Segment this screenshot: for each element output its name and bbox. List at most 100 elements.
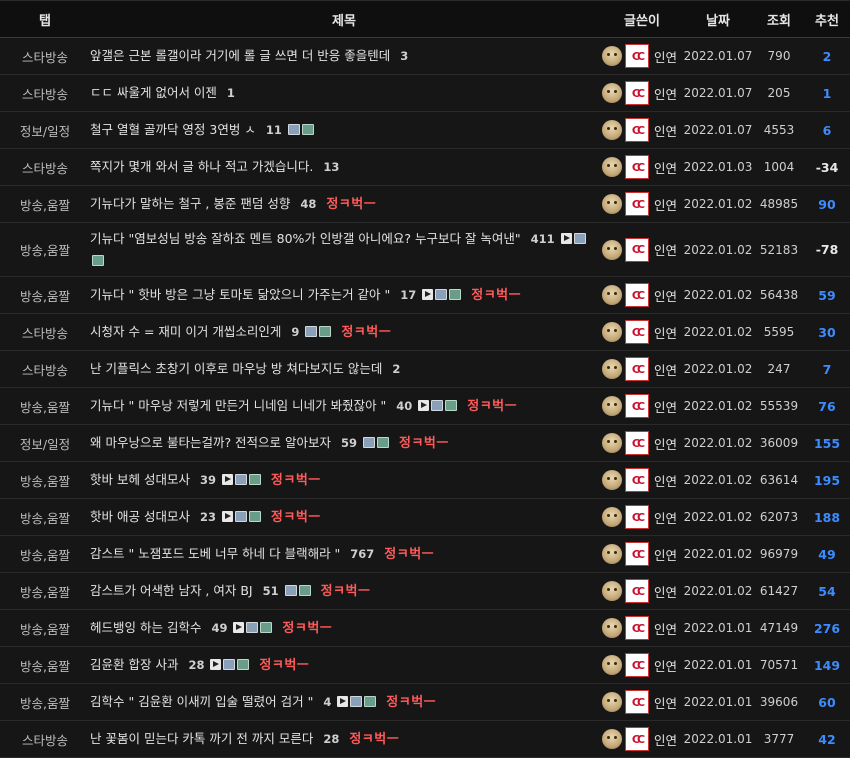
comment-count[interactable]: 49 bbox=[211, 621, 227, 635]
header-views[interactable]: 조회 bbox=[754, 10, 804, 29]
post-tab[interactable]: 방송,움짤 bbox=[0, 508, 90, 527]
post-row[interactable]: 정보/일정 철구 열혈 골까닥 영정 3연벙 ㅅ 11 CC 인연 2022.0… bbox=[0, 112, 850, 149]
post-title-link[interactable]: 감스트 " 노잼포드 도베 너무 하네 다 블랙해라 " bbox=[90, 546, 340, 561]
post-title-link[interactable]: 기뉴다가 말하는 철구 , 봉준 팬덤 성향 bbox=[90, 196, 290, 211]
post-tab[interactable]: 스타방송 bbox=[0, 84, 90, 103]
post-title-cell[interactable]: 기뉴다 " 마우낭 저렇게 만든거 니네임 니네가 봐줬잖아 " 40 정ㅋ벅ㅡ bbox=[90, 395, 598, 417]
post-author[interactable]: CC 인연 bbox=[598, 431, 682, 455]
comment-count[interactable]: 23 bbox=[200, 510, 216, 524]
author-name[interactable]: 인연 bbox=[654, 508, 677, 527]
author-name[interactable]: 인연 bbox=[654, 121, 677, 140]
post-title-link[interactable]: 기뉴다 " 마우낭 저렇게 만든거 니네임 니네가 봐줬잖아 " bbox=[90, 398, 386, 413]
post-title-link[interactable]: 난 기플릭스 초창기 이후로 마우낭 방 쳐다보지도 않는데 bbox=[90, 361, 382, 376]
comment-count[interactable]: 28 bbox=[323, 732, 339, 746]
post-tab[interactable]: 방송,움짤 bbox=[0, 195, 90, 214]
post-author[interactable]: CC 인연 bbox=[598, 192, 682, 216]
post-tab[interactable]: 방송,움짤 bbox=[0, 619, 90, 638]
author-name[interactable]: 인연 bbox=[654, 323, 677, 342]
post-tab[interactable]: 방송,움짤 bbox=[0, 240, 90, 259]
post-title-cell[interactable]: 시청자 수 = 재미 이거 개씹소리인게 9 정ㅋ벅ㅡ bbox=[90, 321, 598, 343]
post-author[interactable]: CC 인연 bbox=[598, 616, 682, 640]
post-row[interactable]: 방송,움짤 기뉴다 " 핫바 방은 그냥 토마토 닮았으니 가주는거 같아 " … bbox=[0, 277, 850, 314]
post-title-cell[interactable]: 기뉴다 "염보성님 방송 잘하죠 멘트 80%가 인방갤 아니에요? 누구보다 … bbox=[90, 228, 598, 271]
post-title-link[interactable]: 기뉴다 " 핫바 방은 그냥 토마토 닮았으니 가주는거 같아 " bbox=[90, 287, 390, 302]
post-row[interactable]: 정보/일정 왜 마우낭으로 불타는걸까? 전적으로 알아보자 59 정ㅋ벅ㅡ C… bbox=[0, 425, 850, 462]
header-recommend[interactable]: 추천 bbox=[804, 10, 850, 29]
post-row[interactable]: 방송,움짤 기뉴다가 말하는 철구 , 봉준 팬덤 성향 48 정ㅋ벅ㅡ CC … bbox=[0, 186, 850, 223]
comment-count[interactable]: 40 bbox=[396, 399, 412, 413]
post-author[interactable]: CC 인연 bbox=[598, 542, 682, 566]
header-date[interactable]: 날짜 bbox=[682, 10, 754, 29]
post-title-cell[interactable]: 기뉴다가 말하는 철구 , 봉준 팬덤 성향 48 정ㅋ벅ㅡ bbox=[90, 193, 598, 215]
post-row[interactable]: 스타방송 난 기플릭스 초창기 이후로 마우낭 방 쳐다보지도 않는데 2 CC… bbox=[0, 351, 850, 388]
post-row[interactable]: 방송,움짤 핫바 애공 성대모사 23 정ㅋ벅ㅡ CC 인연 2022.01.0… bbox=[0, 499, 850, 536]
comment-count[interactable]: 2 bbox=[392, 362, 400, 376]
post-row[interactable]: 방송,움짤 기뉴다 "염보성님 방송 잘하죠 멘트 80%가 인방갤 아니에요?… bbox=[0, 223, 850, 277]
post-author[interactable]: CC 인연 bbox=[598, 653, 682, 677]
post-title-link[interactable]: 헤드뱅잉 하는 김학수 bbox=[90, 620, 201, 635]
post-title-link[interactable]: 쪽지가 몇개 와서 글 하나 적고 가겠습니다. bbox=[90, 159, 313, 174]
comment-count[interactable]: 9 bbox=[291, 325, 299, 339]
author-name[interactable]: 인연 bbox=[654, 195, 677, 214]
post-title-link[interactable]: ㄷㄷ 싸울게 없어서 이젠 bbox=[90, 85, 217, 100]
author-name[interactable]: 인연 bbox=[654, 286, 677, 305]
author-name[interactable]: 인연 bbox=[654, 397, 677, 416]
post-title-cell[interactable]: 김윤환 합장 사과 28 정ㅋ벅ㅡ bbox=[90, 654, 598, 676]
post-tab[interactable]: 방송,움짤 bbox=[0, 693, 90, 712]
post-tab[interactable]: 스타방송 bbox=[0, 360, 90, 379]
comment-count[interactable]: 411 bbox=[531, 232, 555, 246]
post-row[interactable]: 스타방송 난 꽃봄이 믿는다 카톡 까기 전 까지 모른다 28 정ㅋ벅ㅡ CC… bbox=[0, 721, 850, 758]
post-title-cell[interactable]: 난 기플릭스 초창기 이후로 마우낭 방 쳐다보지도 않는데 2 bbox=[90, 358, 598, 380]
header-title[interactable]: 제목 bbox=[90, 10, 598, 29]
post-author[interactable]: CC 인연 bbox=[598, 283, 682, 307]
post-row[interactable]: 스타방송 ㄷㄷ 싸울게 없어서 이젠 1 CC 인연 2022.01.07 20… bbox=[0, 75, 850, 112]
post-tab[interactable]: 스타방송 bbox=[0, 730, 90, 749]
post-title-cell[interactable]: 앞갤은 근본 롤갤이라 거기에 롤 글 쓰면 더 반응 좋을텐데 3 bbox=[90, 45, 598, 67]
post-title-link[interactable]: 앞갤은 근본 롤갤이라 거기에 롤 글 쓰면 더 반응 좋을텐데 bbox=[90, 48, 390, 63]
post-tab[interactable]: 방송,움짤 bbox=[0, 582, 90, 601]
post-title-cell[interactable]: 쪽지가 몇개 와서 글 하나 적고 가겠습니다. 13 bbox=[90, 156, 598, 178]
post-row[interactable]: 방송,움짤 핫바 보헤 성대모사 39 정ㅋ벅ㅡ CC 인연 2022.01.0… bbox=[0, 462, 850, 499]
post-author[interactable]: CC 인연 bbox=[598, 237, 682, 262]
post-tab[interactable]: 방송,움짤 bbox=[0, 471, 90, 490]
post-tab[interactable]: 스타방송 bbox=[0, 323, 90, 342]
post-author[interactable]: CC 인연 bbox=[598, 44, 682, 68]
post-author[interactable]: CC 인연 bbox=[598, 579, 682, 603]
post-title-cell[interactable]: 김학수 " 김윤환 이새끼 입술 떨렸어 검거 " 4 정ㅋ벅ㅡ bbox=[90, 691, 598, 713]
post-title-cell[interactable]: 핫바 보헤 성대모사 39 정ㅋ벅ㅡ bbox=[90, 469, 598, 491]
post-title-cell[interactable]: 철구 열혈 골까닥 영정 3연벙 ㅅ 11 bbox=[90, 119, 598, 141]
post-author[interactable]: CC 인연 bbox=[598, 155, 682, 179]
comment-count[interactable]: 11 bbox=[266, 123, 282, 137]
post-title-link[interactable]: 난 꽃봄이 믿는다 카톡 까기 전 까지 모른다 bbox=[90, 731, 313, 746]
post-author[interactable]: CC 인연 bbox=[598, 505, 682, 529]
post-tab[interactable]: 스타방송 bbox=[0, 47, 90, 66]
post-title-link[interactable]: 핫바 보헤 성대모사 bbox=[90, 472, 190, 487]
post-row[interactable]: 방송,움짤 기뉴다 " 마우낭 저렇게 만든거 니네임 니네가 봐줬잖아 " 4… bbox=[0, 388, 850, 425]
comment-count[interactable]: 51 bbox=[263, 584, 279, 598]
comment-count[interactable]: 48 bbox=[300, 197, 316, 211]
post-tab[interactable]: 정보/일정 bbox=[0, 434, 90, 453]
author-name[interactable]: 인연 bbox=[654, 47, 677, 66]
post-title-link[interactable]: 시청자 수 = 재미 이거 개씹소리인게 bbox=[90, 324, 281, 339]
author-name[interactable]: 인연 bbox=[654, 360, 677, 379]
author-name[interactable]: 인연 bbox=[654, 582, 677, 601]
post-row[interactable]: 방송,움짤 김윤환 합장 사과 28 정ㅋ벅ㅡ CC 인연 2022.01.01… bbox=[0, 647, 850, 684]
comment-count[interactable]: 3 bbox=[400, 49, 408, 63]
post-author[interactable]: CC 인연 bbox=[598, 118, 682, 142]
post-title-link[interactable]: 왜 마우낭으로 불타는걸까? 전적으로 알아보자 bbox=[90, 435, 331, 450]
post-row[interactable]: 방송,움짤 김학수 " 김윤환 이새끼 입술 떨렸어 검거 " 4 정ㅋ벅ㅡ C… bbox=[0, 684, 850, 721]
post-author[interactable]: CC 인연 bbox=[598, 394, 682, 418]
post-tab[interactable]: 정보/일정 bbox=[0, 121, 90, 140]
comment-count[interactable]: 59 bbox=[341, 436, 357, 450]
post-title-link[interactable]: 김윤환 합장 사과 bbox=[90, 657, 178, 672]
post-tab[interactable]: 방송,움짤 bbox=[0, 286, 90, 305]
post-title-link[interactable]: 핫바 애공 성대모사 bbox=[90, 509, 190, 524]
post-row[interactable]: 스타방송 쪽지가 몇개 와서 글 하나 적고 가겠습니다. 13 CC 인연 2… bbox=[0, 149, 850, 186]
post-row[interactable]: 방송,움짤 감스트가 어색한 남자 , 여자 BJ 51 정ㅋ벅ㅡ CC 인연 … bbox=[0, 573, 850, 610]
author-name[interactable]: 인연 bbox=[654, 730, 677, 749]
post-row[interactable]: 스타방송 앞갤은 근본 롤갤이라 거기에 롤 글 쓰면 더 반응 좋을텐데 3 … bbox=[0, 38, 850, 75]
post-author[interactable]: CC 인연 bbox=[598, 468, 682, 492]
post-author[interactable]: CC 인연 bbox=[598, 320, 682, 344]
comment-count[interactable]: 17 bbox=[400, 288, 416, 302]
post-author[interactable]: CC 인연 bbox=[598, 727, 682, 751]
